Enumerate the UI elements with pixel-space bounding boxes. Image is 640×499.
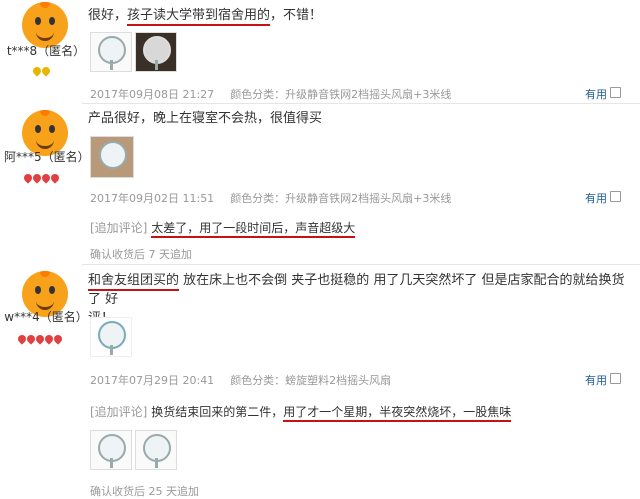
review-photo[interactable] [135,430,177,470]
append-time: 确认收货后 7 天追加 [90,248,192,261]
review-1: t***8（匿名） 很好，孩子读大学带到宿舍用的，不错！ 2017年09月08日… [0,0,640,104]
review-photo[interactable] [135,32,177,72]
useful-button[interactable]: 有用 [585,372,607,388]
highlighted-text: 用了才一个星期，半夜突然烧坏，一股焦味 [283,405,512,422]
product-variant: 颜色分类：螃旋塑料2档摇头风扇 [230,374,392,387]
user-level-badge [22,167,61,184]
like-icon[interactable] [610,191,621,202]
review-date: 2017年09月02日 11:51 [90,192,215,205]
review-date: 2017年09月08日 21:27 [90,88,215,101]
user-name: 阿***5（匿名） [4,150,90,164]
review-3: w***4（匿名） 和舍友组团买的 放在床上也不会倒 夹子也挺稳的 用了几天突然… [0,265,640,498]
product-variant: 颜色分类：升级静音铁网2档摇头风扇+3米线 [230,192,452,205]
review-photo[interactable] [90,32,132,72]
user-name: w***4（匿名） [4,310,88,324]
review-text: 和舍友组团买的 放在床上也不会倒 夹子也挺稳的 用了几天突然坏了 但是店家配合的… [88,273,625,326]
review-text: 产品很好，晚上在寝室不会热，很值得买 [88,111,323,126]
useful-button[interactable]: 有用 [585,86,607,102]
review-photo[interactable] [90,317,132,357]
user-name: t***8（匿名） [6,44,86,58]
append-review: [追加评论] 太差了，用了一段时间后，声音超级大 [90,219,356,238]
append-time: 确认收货后 25 天追加 [90,485,199,498]
product-variant: 颜色分类：升级静音铁网2档摇头风扇+3米线 [230,88,452,101]
like-icon[interactable] [610,87,621,98]
review-2: 阿***5（匿名） 产品很好，晚上在寝室不会热，很值得买 2017年09月02日… [0,104,640,264]
append-review: [追加评论] 换货结束回来的第二件，用了才一个星期，半夜突然烧坏，一股焦味 [90,403,512,422]
highlighted-text: 孩子读大学带到宿舍用的 [127,8,271,26]
review-photo[interactable] [90,430,132,470]
review-meta: 2017年07月29日 20:41 颜色分类：螃旋塑料2档摇头风扇 [90,372,407,388]
useful-button[interactable]: 有用 [585,190,607,206]
user-level-badge [31,60,52,77]
user-level-badge [16,328,64,345]
review-photo[interactable] [90,136,134,178]
highlighted-text: 和舍友组团买的 [88,273,180,291]
review-meta: 2017年09月08日 21:27 颜色分类：升级静音铁网2档摇头风扇+3米线 [90,86,467,102]
highlighted-text: 太差了，用了一段时间后，声音超级大 [151,221,356,238]
append-tag: [追加评论] [90,405,148,419]
like-icon[interactable] [610,373,621,384]
review-text: 很好，孩子读大学带到宿舍用的，不错！ [88,6,322,26]
review-meta: 2017年09月02日 11:51 颜色分类：升级静音铁网2档摇头风扇+3米线 [90,190,467,206]
review-date: 2017年07月29日 20:41 [90,374,215,387]
append-tag: [追加评论] [90,221,148,235]
